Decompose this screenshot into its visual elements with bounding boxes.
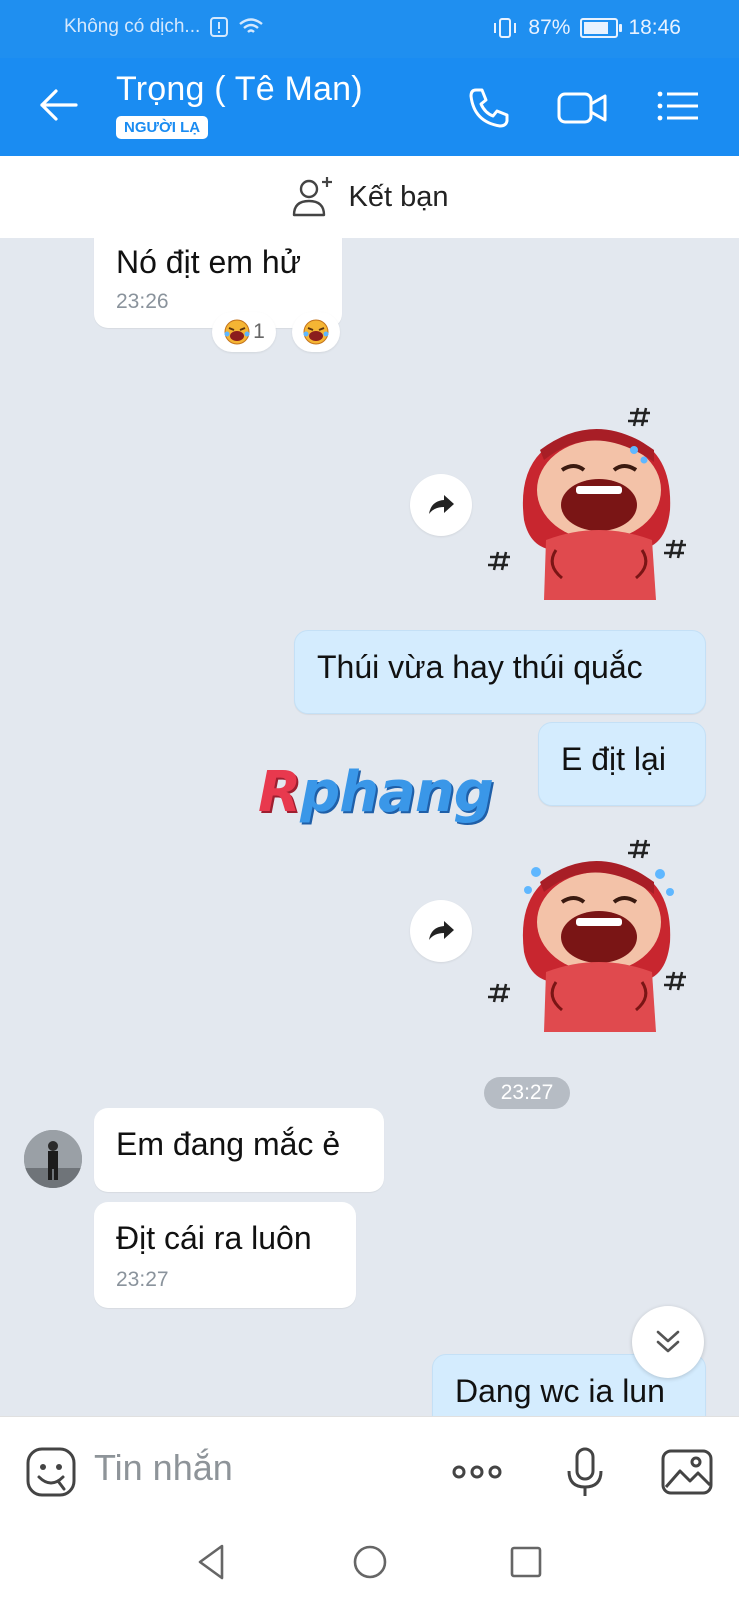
double-chevron-down-icon: [656, 1330, 680, 1353]
video-call-icon[interactable]: [556, 82, 608, 134]
more-options-icon[interactable]: [450, 1445, 504, 1499]
system-navigation-bar: [0, 1524, 739, 1600]
crying-laughing-sticker[interactable]: [484, 832, 706, 1042]
message-text: Em đang mắc ẻ: [116, 1126, 341, 1162]
message-time: 23:26: [116, 290, 169, 313]
message-input[interactable]: Tin nhắn: [94, 1447, 233, 1489]
message-text: Nó địt em hử: [116, 244, 302, 280]
status-bar: Không có dịch... 87% 18:46: [0, 0, 739, 58]
forward-icon: [429, 495, 454, 514]
phone-icon[interactable]: [462, 82, 514, 134]
chat-area[interactable]: Nó địt em hử 23:26 1 Thúi vừa hay thúi q…: [0, 238, 739, 1416]
message-text: Địt cái ra luôn: [116, 1220, 312, 1256]
reaction-count[interactable]: 1: [212, 312, 276, 352]
chat-header: Trọng ( Tê Man) NGƯỜI LẠ: [0, 58, 739, 156]
alert-icon: [210, 17, 229, 37]
outgoing-message[interactable]: E địt lại: [538, 722, 706, 806]
watermark-first-letter: R: [258, 760, 301, 825]
incoming-message[interactable]: Địt cái ra luôn 23:27: [94, 1202, 356, 1308]
nav-back-icon[interactable]: [190, 1540, 234, 1584]
carrier-text: Không có dịch...: [64, 16, 201, 37]
battery-icon: [580, 18, 623, 38]
avatar[interactable]: [24, 1130, 82, 1188]
battery-percent: 87%: [528, 16, 571, 39]
nav-recents-icon[interactable]: [504, 1540, 548, 1584]
scroll-to-bottom-button[interactable]: [632, 1306, 704, 1378]
add-friend-button[interactable]: Kết bạn: [0, 156, 739, 238]
message-input-bar: Tin nhắn: [0, 1416, 739, 1525]
clock: 18:46: [628, 16, 681, 39]
message-text: E địt lại: [561, 741, 666, 777]
message-time: 23:27: [116, 1268, 169, 1291]
add-friend-label: Kết bạn: [348, 180, 449, 213]
forward-icon: [429, 921, 454, 940]
menu-icon[interactable]: [652, 82, 704, 134]
message-text: Thúi vừa hay thúi quắc: [317, 649, 643, 685]
add-reaction-button[interactable]: [292, 312, 340, 352]
emoji-icon[interactable]: [24, 1445, 78, 1499]
forward-button[interactable]: [410, 900, 472, 962]
wifi-icon: [239, 18, 264, 33]
incoming-message[interactable]: Em đang mắc ẻ: [94, 1108, 384, 1192]
watermark-rest: phang: [300, 760, 494, 825]
add-friend-icon: [292, 177, 332, 217]
watermark-logo: Rphang: [258, 760, 494, 825]
laughing-emoji-icon: [224, 319, 250, 345]
time-divider: 23:27: [484, 1077, 570, 1109]
nav-home-icon[interactable]: [348, 1540, 392, 1584]
image-gallery-icon[interactable]: [660, 1445, 714, 1499]
back-arrow-icon[interactable]: [34, 80, 84, 130]
contact-name[interactable]: Trọng ( Tê Man): [116, 70, 363, 109]
vibrate-icon: [494, 18, 517, 38]
forward-button[interactable]: [410, 474, 472, 536]
microphone-icon[interactable]: [558, 1445, 612, 1499]
laughing-emoji-icon: [303, 319, 329, 345]
outgoing-message[interactable]: Thúi vừa hay thúi quắc: [294, 630, 706, 714]
reaction-count-label: 1: [253, 320, 265, 343]
avatar-image: [24, 1130, 82, 1188]
stranger-badge: NGƯỜI LẠ: [116, 116, 209, 139]
message-text: Dang wc ia lun: [455, 1373, 665, 1409]
crying-laughing-sticker[interactable]: [484, 400, 706, 610]
